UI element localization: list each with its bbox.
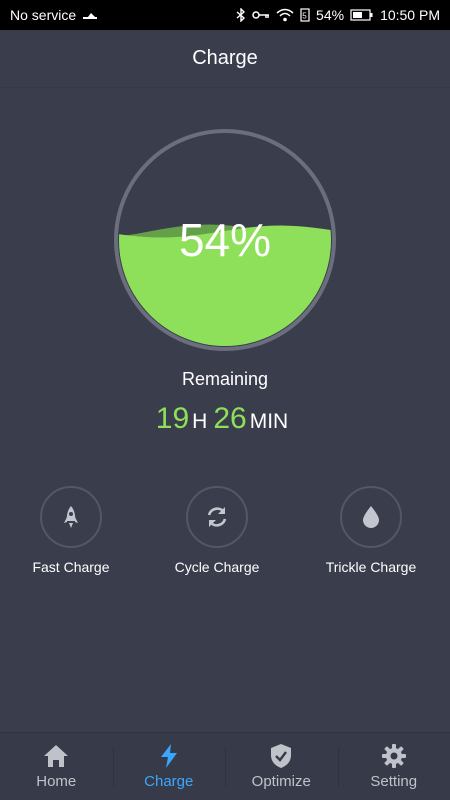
remaining-time: 19 H 26 MIN [0,402,450,436]
key-icon [252,10,270,20]
nav-home[interactable]: Home [0,733,113,800]
shield-icon [271,744,292,768]
svg-text:5: 5 [302,12,307,21]
battery-percent-text: 54% [316,7,345,23]
fast-charge-button[interactable] [40,486,102,548]
battery-percent-display: 54% [178,214,272,266]
fast-charge-label: Fast Charge [32,559,110,575]
trickle-charge-button[interactable] [340,486,402,548]
trickle-charge-mode[interactable]: Trickle Charge [296,486,446,575]
remaining-label: Remaining [181,369,269,389]
cycle-charge-label: Cycle Charge [174,559,260,575]
bolt-icon [160,744,177,768]
battery-gauge: 54% [113,128,337,352]
cycle-charge-button[interactable] [186,486,248,548]
app-header: Charge [0,30,450,88]
sim-alert-icon [82,9,98,21]
cycle-icon [207,507,227,527]
nav-home-label: Home [36,773,77,790]
remaining-hours: 19 [155,402,190,435]
remaining-minutes: 26 [213,402,247,435]
battery-icon [350,9,374,21]
page-title: Charge [192,47,258,69]
nav-optimize[interactable]: Optimize [225,733,338,800]
cycle-charge-mode[interactable]: Cycle Charge [142,486,292,575]
fast-charge-mode[interactable]: Fast Charge [0,486,146,575]
bottom-nav: Home Charge Optimize Setting [0,732,450,800]
battery-saver-icon: 5 [300,8,310,22]
clock-text: 10:50 PM [380,7,440,23]
nav-charge[interactable]: Charge [112,733,226,800]
home-icon [44,745,69,767]
trickle-charge-label: Trickle Charge [325,559,417,575]
carrier-text: No service [10,7,77,23]
nav-setting-label: Setting [370,773,418,790]
wifi-icon [276,8,294,22]
nav-charge-label: Charge [144,773,194,790]
gear-icon [381,744,406,768]
rocket-icon [64,506,78,528]
status-bar: No service 5 54% 10:50 PM [0,0,450,30]
drop-icon [363,506,379,528]
bluetooth-icon [236,8,246,22]
hours-unit: H [192,410,208,433]
nav-optimize-label: Optimize [251,773,311,790]
minutes-unit: MIN [249,410,289,433]
nav-setting[interactable]: Setting [337,733,450,800]
